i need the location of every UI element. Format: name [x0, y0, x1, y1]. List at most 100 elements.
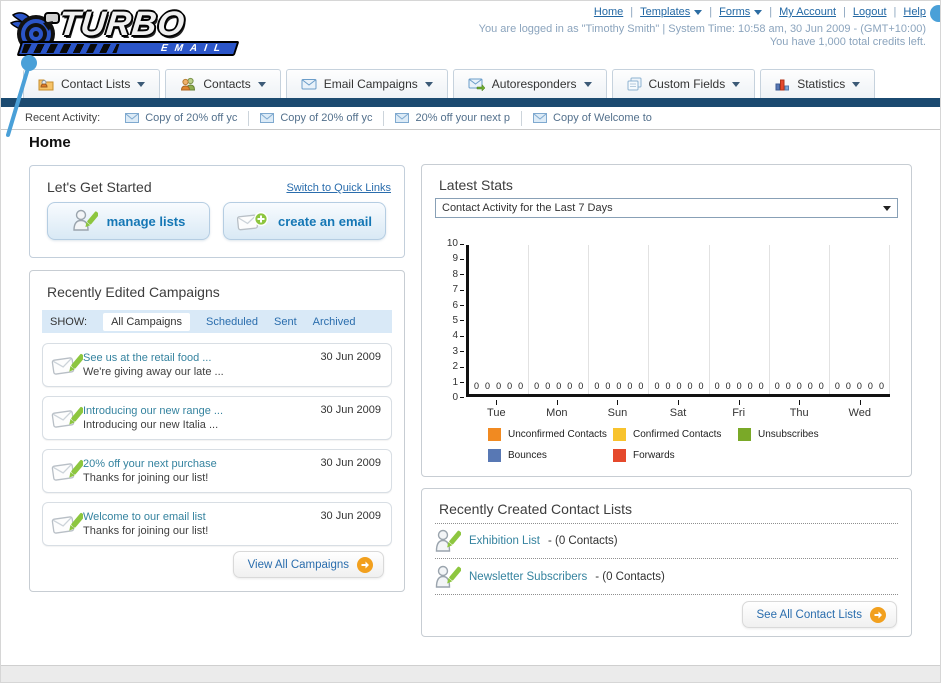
campaign-card: See us at the retail food ... We're givi…	[42, 343, 392, 387]
plot-area: 00000000000000000000000000000000000	[466, 245, 890, 397]
envelope-icon	[125, 113, 140, 123]
latest-stats-title: Latest Stats	[439, 177, 513, 193]
y-tick-label: 6	[436, 300, 464, 311]
get-started-title: Let's Get Started	[47, 179, 152, 195]
campaigns-title: Recently Edited Campaigns	[47, 284, 220, 300]
contact-lists: Exhibition List - (0 Contacts) Newslette…	[435, 523, 898, 595]
top-nav-links: Home | Templates | Forms | My Account | …	[594, 6, 926, 18]
tab-email-campaigns[interactable]: Email Campaigns	[285, 69, 448, 98]
top-link-my-account[interactable]: My Account	[779, 6, 836, 18]
envelope-icon	[395, 113, 410, 123]
manage-lists-button[interactable]: manage lists	[47, 202, 210, 240]
legend-item: Bounces	[488, 449, 613, 462]
tab-label: Contacts	[203, 77, 251, 91]
campaign-date: 30 Jun 2009	[320, 457, 381, 469]
tab-custom-fields[interactable]: Custom Fields	[611, 69, 756, 98]
value-label: 0	[556, 381, 562, 391]
arrow-right-icon	[870, 606, 886, 623]
tab-statistics[interactable]: Statistics	[760, 69, 876, 98]
value-label: 0	[796, 381, 802, 391]
x-axis-label: Tue	[466, 400, 527, 419]
recent-activity-item[interactable]: Copy of 20% off yc	[249, 110, 385, 126]
recent-activity-item[interactable]: 20% off your next p	[384, 110, 523, 126]
envelope-pencil-icon	[51, 353, 83, 375]
y-tick-label: 2	[436, 362, 464, 372]
top-link-templates[interactable]: Templates	[640, 6, 703, 18]
activity-item-label: Copy of 20% off yc	[145, 112, 238, 124]
campaign-title-link[interactable]: Welcome to our email list	[83, 510, 320, 524]
recent-activity-item[interactable]: Copy of Welcome to	[522, 111, 663, 126]
envelope-arrow-icon	[468, 78, 485, 91]
recent-activity-item[interactable]: Copy of 20% off yc	[114, 110, 250, 126]
filter-all-campaigns[interactable]: All Campaigns	[103, 312, 190, 331]
value-label: 0	[856, 381, 862, 391]
value-label: 0	[785, 381, 791, 391]
create-email-label: create an email	[278, 213, 372, 229]
filter-scheduled[interactable]: Scheduled	[206, 316, 258, 328]
stats-report-select[interactable]: Contact Activity for the Last 7 Days	[435, 198, 898, 218]
envelope-pencil-icon	[51, 459, 83, 481]
top-link-forms[interactable]: Forms	[719, 6, 763, 18]
caret-down-icon	[852, 81, 861, 87]
filter-sent[interactable]: Sent	[274, 316, 297, 328]
contact-list-link[interactable]: Exhibition List	[469, 535, 540, 547]
campaign-title-link[interactable]: See us at the retail food ...	[83, 351, 320, 365]
top-link-help[interactable]: Help	[903, 6, 926, 18]
chart-group: 00000	[469, 245, 530, 394]
top-link-home[interactable]: Home	[594, 6, 623, 18]
contacts-icon	[181, 77, 196, 91]
campaign-title-link[interactable]: 20% off your next purchase	[83, 457, 320, 471]
legend-item: Forwards	[613, 449, 738, 462]
x-axis: Tue Mon Sun Sat Fri Thu Wed	[466, 400, 890, 419]
top-link-logout[interactable]: Logout	[853, 6, 887, 18]
arrow-right-icon	[357, 556, 373, 573]
x-axis-label: Sat	[648, 400, 709, 419]
link-separator: |	[630, 6, 634, 18]
campaign-subtitle: Thanks for joining our list!	[83, 472, 209, 484]
envelope-icon	[301, 79, 317, 90]
contact-lists-panel: Recently Created Contact Lists Exhibitio…	[421, 488, 912, 637]
campaign-title-link[interactable]: Introducing our new range ...	[83, 404, 320, 418]
contact-list-row: Exhibition List - (0 Contacts)	[435, 523, 898, 559]
x-axis-label: Wed	[829, 400, 890, 419]
callout-dot	[930, 5, 940, 22]
y-tick-label: 1	[436, 377, 464, 388]
turbo-email-dashboard: TURBO EMAIL Home | Templates | Forms | M…	[0, 0, 941, 683]
navy-divider-bar	[1, 98, 940, 107]
switch-quick-links[interactable]: Switch to Quick Links	[286, 182, 391, 194]
envelope-plus-icon	[237, 211, 269, 231]
activity-item-label: Copy of 20% off yc	[280, 112, 373, 124]
tab-label: Statistics	[797, 77, 846, 91]
tab-label: Custom Fields	[648, 77, 726, 91]
campaigns-panel: Recently Edited Campaigns SHOW: All Camp…	[29, 270, 405, 592]
view-all-campaigns-button[interactable]: View All Campaigns	[232, 551, 384, 578]
recent-activity-bar: Recent Activity: Copy of 20% off yc Copy…	[1, 107, 940, 130]
value-label: 0	[627, 381, 633, 391]
value-label: 0	[834, 381, 840, 391]
x-axis-label: Thu	[769, 400, 830, 419]
chart-group: 00000	[589, 245, 650, 394]
turbo-email-logo: TURBO EMAIL	[9, 5, 244, 59]
contact-list-count: - (0 Contacts)	[547, 535, 618, 547]
tab-label: Contact Lists	[61, 77, 131, 91]
tab-autoresponders[interactable]: Autoresponders	[452, 69, 607, 98]
campaign-subtitle: Introducing our new Italia ...	[83, 419, 219, 431]
caret-down-icon	[424, 81, 433, 87]
create-email-button[interactable]: create an email	[223, 202, 386, 240]
tab-contact-lists[interactable]: Contact Lists	[23, 69, 161, 98]
pages-icon	[627, 77, 642, 91]
contact-list-link[interactable]: Newsletter Subscribers	[469, 571, 587, 583]
legend-item: Confirmed Contacts	[613, 428, 738, 441]
caret-down-icon	[754, 9, 763, 15]
value-label: 0	[758, 381, 764, 391]
y-tick-label: 3	[436, 346, 464, 357]
see-all-contact-lists-button[interactable]: See All Contact Lists	[741, 601, 897, 628]
legend-swatch	[488, 428, 501, 441]
chart-legend: Unconfirmed Contacts Confirmed Contacts Un…	[488, 428, 883, 462]
filter-archived[interactable]: Archived	[313, 316, 356, 328]
tab-contacts[interactable]: Contacts	[165, 69, 281, 98]
value-label: 0	[534, 381, 540, 391]
brand-bar: EMAIL	[16, 41, 240, 56]
value-label: 0	[567, 381, 573, 391]
brand-name: TURBO	[57, 5, 187, 43]
